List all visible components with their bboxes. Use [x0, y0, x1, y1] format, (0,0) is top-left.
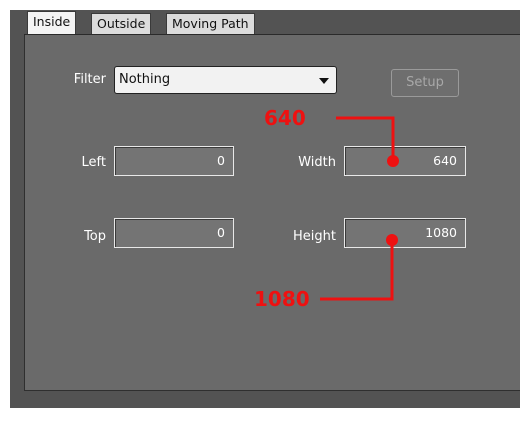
height-callout-label: 1080	[254, 287, 310, 311]
height-callout-line	[320, 240, 394, 301]
width-callout-dot	[387, 155, 399, 167]
width-callout-label: 640	[264, 106, 306, 130]
width-callout-line	[336, 116, 395, 160]
height-callout-dot	[386, 234, 398, 246]
annotation-lines	[320, 116, 399, 301]
